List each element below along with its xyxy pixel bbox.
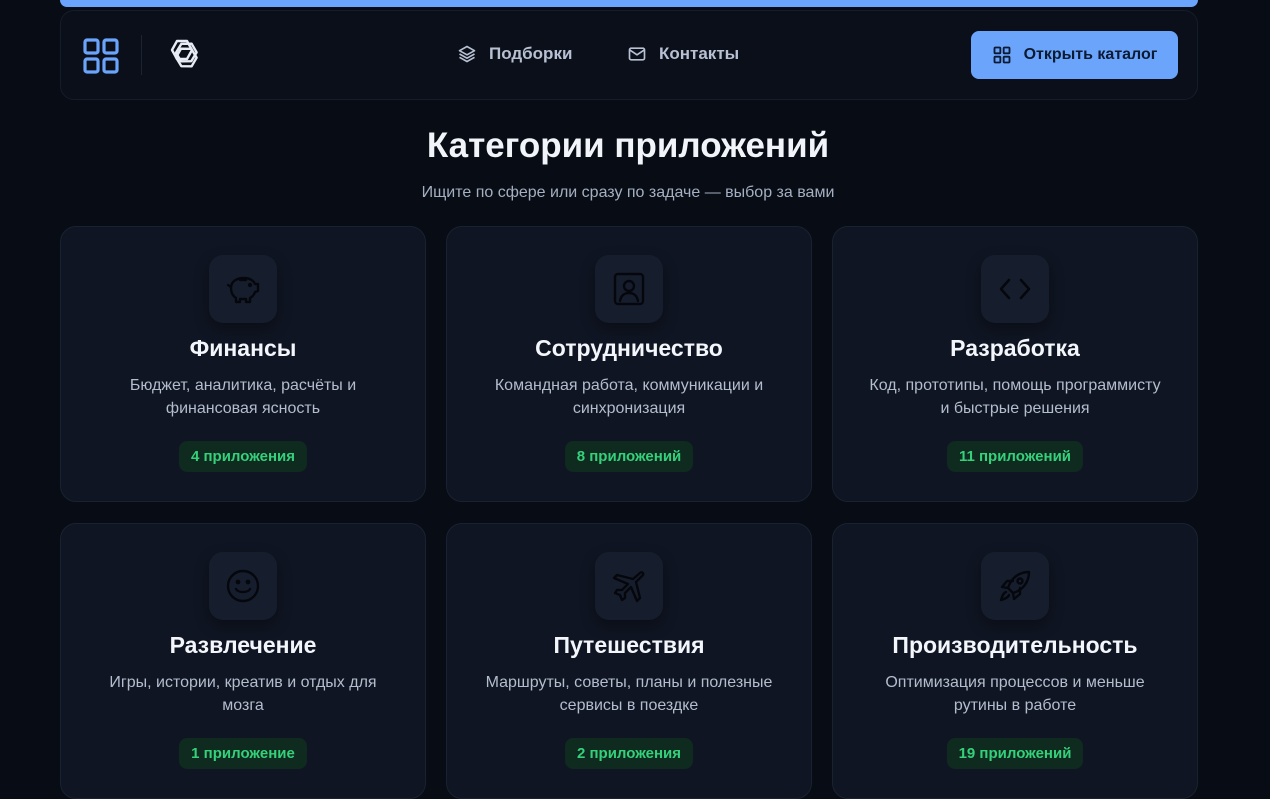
category-card-productivity[interactable]: Производительность Оптимизация процессов… — [832, 523, 1198, 799]
app-grid-logo-icon[interactable] — [83, 38, 119, 74]
app-count-badge: 1 приложение — [179, 738, 307, 769]
card-description: Маршруты, советы, планы и полезные серви… — [485, 674, 773, 714]
card-title: Производительность — [892, 632, 1138, 658]
card-title: Сотрудничество — [535, 335, 723, 361]
card-title: Разработка — [950, 335, 1080, 361]
openai-logo-icon[interactable] — [163, 36, 201, 74]
app-count-badge: 8 приложений — [564, 441, 694, 472]
contact-card-icon — [613, 272, 645, 306]
nav-link-label: Подборки — [489, 44, 573, 63]
app-count-badge: 11 приложений — [946, 441, 1084, 472]
card-description: Бюджет, аналитика, расчёты и финансовая … — [129, 377, 357, 417]
rocket-icon — [999, 570, 1031, 602]
open-catalog-label: Открыть каталог — [1023, 46, 1158, 63]
piggy-bank-icon — [226, 276, 260, 304]
category-card-finance[interactable]: Финансы Бюджет, аналитика, расчёты и фин… — [60, 226, 426, 502]
card-icon-tile — [595, 552, 663, 620]
page-subtitle: Ищите по сфере или сразу по задаче — выб… — [421, 184, 835, 201]
category-card-travel[interactable]: Путешествия Маршруты, советы, планы и по… — [446, 523, 812, 799]
grid-icon — [993, 46, 1010, 64]
navbar: Подборки Контакты Открыть каталог — [60, 10, 1198, 100]
code-icon — [999, 278, 1031, 300]
mail-icon — [628, 47, 646, 61]
card-icon-tile — [209, 255, 277, 323]
nav-link-contacts[interactable]: Контакты — [627, 41, 739, 67]
layers-icon — [458, 45, 476, 63]
nav-link-label: Контакты — [659, 44, 740, 63]
navbar-divider — [141, 35, 142, 75]
app-count-badge: 19 приложений — [946, 738, 1084, 769]
card-icon-tile — [981, 255, 1049, 323]
app-count-badge: 2 приложения — [564, 738, 694, 769]
card-description: Командная работа, коммуникации и синхрон… — [494, 377, 764, 417]
nav-link-collections[interactable]: Подборки — [457, 41, 572, 67]
card-description: Код, прототипы, помощь программисту и бы… — [869, 377, 1161, 417]
card-description: Игры, истории, креатив и отдых для мозга — [109, 674, 377, 714]
category-card-entertainment[interactable]: Развлечение Игры, истории, креатив и отд… — [60, 523, 426, 799]
top-accent-strip — [60, 0, 1198, 7]
card-icon-tile — [595, 255, 663, 323]
plane-icon — [612, 571, 645, 603]
page-title: Категории приложений — [426, 126, 830, 165]
app-count-badge: 4 приложения — [178, 441, 308, 472]
card-title: Финансы — [189, 335, 297, 361]
category-card-development[interactable]: Разработка Код, прототипы, помощь програ… — [832, 226, 1198, 502]
card-icon-tile — [209, 552, 277, 620]
card-description: Оптимизация процессов и меньше рутины в … — [885, 674, 1145, 714]
card-title: Путешествия — [553, 632, 705, 658]
category-card-collaboration[interactable]: Сотрудничество Командная работа, коммуни… — [446, 226, 812, 502]
card-icon-tile — [981, 552, 1049, 620]
card-title: Развлечение — [169, 632, 317, 658]
open-catalog-button[interactable]: Открыть каталог — [971, 31, 1178, 79]
smile-icon — [226, 569, 260, 603]
